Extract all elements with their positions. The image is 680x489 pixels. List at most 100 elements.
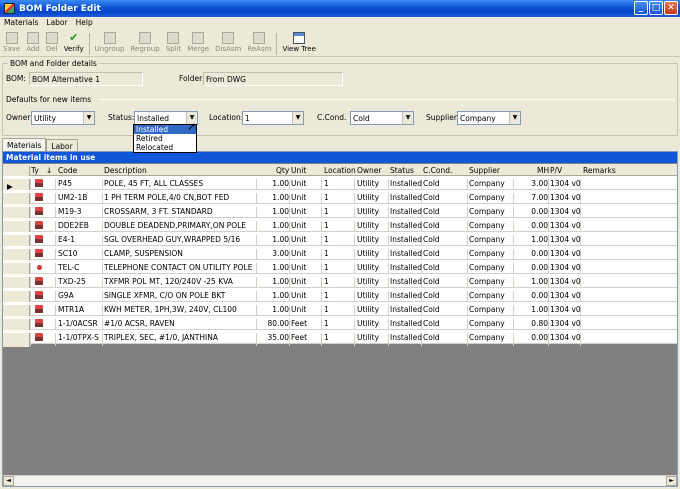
cell-mh[interactable]: 3.00 bbox=[523, 179, 548, 188]
cell-qty[interactable]: 1.00 bbox=[259, 277, 289, 286]
delete-button[interactable]: Del bbox=[43, 30, 61, 57]
cell-description[interactable]: DOUBLE DEADEND,PRIMARY,ON POLE bbox=[104, 221, 246, 230]
cell-ccond[interactable]: Cold bbox=[423, 305, 440, 314]
cell-status[interactable]: Installed bbox=[390, 319, 422, 328]
cell-owner[interactable]: Utility bbox=[357, 319, 379, 328]
verify-button[interactable]: ✔ Verify bbox=[61, 30, 87, 57]
cell-mh[interactable]: 0.00 bbox=[523, 291, 548, 300]
cell-qty[interactable]: 1.00 bbox=[259, 193, 289, 202]
cell-status[interactable]: Installed bbox=[390, 221, 422, 230]
cell-ccond[interactable]: Cold bbox=[423, 207, 440, 216]
tab-materials[interactable]: Materials bbox=[2, 138, 47, 151]
cell-code[interactable]: M19-3 bbox=[58, 207, 82, 216]
col-code[interactable]: Code bbox=[58, 166, 77, 175]
cell-pv[interactable]: 1304 v0 bbox=[550, 221, 581, 230]
cell-pv[interactable]: 1304 v0 bbox=[550, 305, 581, 314]
cell-mh[interactable]: 0.00 bbox=[523, 333, 548, 342]
col-sort-indicator[interactable]: ↓ bbox=[46, 166, 52, 175]
cell-location[interactable]: 1 bbox=[324, 333, 329, 342]
col-location[interactable]: Location bbox=[324, 166, 356, 175]
cell-pv[interactable]: 1304 v0 bbox=[550, 263, 581, 272]
chevron-down-icon[interactable]: ▼ bbox=[292, 112, 303, 124]
cell-unit[interactable]: Unit bbox=[291, 277, 306, 286]
cell-supplier[interactable]: Company bbox=[469, 179, 505, 188]
ccond-select[interactable]: Cold ▼ bbox=[350, 111, 414, 125]
menu-help[interactable]: Help bbox=[72, 17, 97, 29]
cell-description[interactable]: TELEPHONE CONTACT ON UTILITY POLE bbox=[104, 263, 252, 272]
col-description[interactable]: Description bbox=[104, 166, 147, 175]
cell-description[interactable]: TRIPLEX, SEC, #1/0, JANTHINA bbox=[104, 333, 218, 342]
scroll-left-button[interactable]: ◄ bbox=[3, 476, 14, 486]
cell-qty[interactable]: 1.00 bbox=[259, 305, 289, 314]
cell-location[interactable]: 1 bbox=[324, 179, 329, 188]
col-owner[interactable]: Owner bbox=[357, 166, 382, 175]
cell-unit[interactable]: Unit bbox=[291, 235, 306, 244]
cell-owner[interactable]: Utility bbox=[357, 207, 379, 216]
col-pv[interactable]: P/V bbox=[550, 166, 562, 175]
cell-ccond[interactable]: Cold bbox=[423, 221, 440, 230]
minimize-button[interactable]: _ bbox=[634, 1, 648, 15]
cell-pv[interactable]: 1304 v0 bbox=[550, 319, 581, 328]
cell-mh[interactable]: 0.80 bbox=[523, 319, 548, 328]
split-button[interactable]: Split bbox=[163, 30, 185, 57]
cell-description[interactable]: #1/0 ACSR, RAVEN bbox=[104, 319, 175, 328]
cell-ccond[interactable]: Cold bbox=[423, 249, 440, 258]
cell-qty[interactable]: 80.00 bbox=[259, 319, 289, 328]
location-select[interactable]: 1 ▼ bbox=[242, 111, 304, 125]
menu-materials[interactable]: Materials bbox=[0, 17, 42, 29]
cell-ccond[interactable]: Cold bbox=[423, 319, 440, 328]
cell-code[interactable]: DDE2EB bbox=[58, 221, 89, 230]
cell-pv[interactable]: 1304 v0 bbox=[550, 333, 581, 342]
cell-location[interactable]: 1 bbox=[324, 193, 329, 202]
cell-code[interactable]: 1-1/0TPX-S bbox=[58, 333, 99, 342]
cell-mh[interactable]: 1.00 bbox=[523, 277, 548, 286]
cell-supplier[interactable]: Company bbox=[469, 291, 505, 300]
cell-ccond[interactable]: Cold bbox=[423, 263, 440, 272]
cell-code[interactable]: G9A bbox=[58, 291, 74, 300]
add-button[interactable]: Add bbox=[23, 30, 43, 57]
view-tree-button[interactable]: View Tree bbox=[279, 30, 318, 57]
cell-unit[interactable]: Feet bbox=[291, 333, 307, 342]
cell-description[interactable]: SGL OVERHEAD GUY,WRAPPED 5/16 bbox=[104, 235, 240, 244]
cell-owner[interactable]: Utility bbox=[357, 277, 379, 286]
cell-status[interactable]: Installed bbox=[390, 193, 422, 202]
cell-location[interactable]: 1 bbox=[324, 235, 329, 244]
chevron-down-icon[interactable]: ▼ bbox=[83, 112, 94, 124]
cell-mh[interactable]: 0.00 bbox=[523, 249, 548, 258]
ungroup-button[interactable]: Ungroup bbox=[92, 30, 128, 57]
cell-location[interactable]: 1 bbox=[324, 249, 329, 258]
cell-qty[interactable]: 3.00 bbox=[259, 249, 289, 258]
menu-labor[interactable]: Labor bbox=[42, 17, 71, 29]
cell-pv[interactable]: 1304 v0 bbox=[550, 179, 581, 188]
col-unit[interactable]: Unit bbox=[291, 166, 306, 175]
merge-button[interactable]: Merge bbox=[184, 30, 212, 57]
supplier-select[interactable]: Company ▼ bbox=[457, 111, 521, 125]
cell-description[interactable]: CLAMP, SUSPENSION bbox=[104, 249, 183, 258]
cell-description[interactable]: CROSSARM, 3 FT. STANDARD bbox=[104, 207, 213, 216]
table-row[interactable]: M19-3 CROSSARM, 3 FT. STANDARD 1.00 Unit 1 Ut… bbox=[3, 204, 677, 221]
cell-location[interactable]: 1 bbox=[324, 305, 329, 314]
cell-code[interactable]: UM2-1B bbox=[58, 193, 87, 202]
cell-code[interactable]: MTR1A bbox=[58, 305, 84, 314]
cell-supplier[interactable]: Company bbox=[469, 249, 505, 258]
cell-status[interactable]: Installed bbox=[390, 333, 422, 342]
cell-owner[interactable]: Utility bbox=[357, 179, 379, 188]
cell-owner[interactable]: Utility bbox=[357, 221, 379, 230]
cell-code[interactable]: 1-1/0ACSR bbox=[58, 319, 98, 328]
cell-qty[interactable]: 1.00 bbox=[259, 221, 289, 230]
cell-status[interactable]: Installed bbox=[390, 235, 422, 244]
reassemble-button[interactable]: ReAsm bbox=[244, 30, 274, 57]
cell-location[interactable]: 1 bbox=[324, 277, 329, 286]
cell-location[interactable]: 1 bbox=[324, 263, 329, 272]
cell-code[interactable]: E4-1 bbox=[58, 235, 75, 244]
cell-location[interactable]: 1 bbox=[324, 319, 329, 328]
save-button[interactable]: Save bbox=[0, 30, 23, 57]
cell-status[interactable]: Installed bbox=[390, 179, 422, 188]
cell-pv[interactable]: 1304 v0 bbox=[550, 277, 581, 286]
scroll-right-button[interactable]: ► bbox=[666, 476, 677, 486]
cell-location[interactable]: 1 bbox=[324, 221, 329, 230]
cell-unit[interactable]: Unit bbox=[291, 221, 306, 230]
col-status[interactable]: Status bbox=[390, 166, 414, 175]
cell-owner[interactable]: Utility bbox=[357, 249, 379, 258]
status-option-relocated[interactable]: Relocated bbox=[134, 143, 196, 152]
